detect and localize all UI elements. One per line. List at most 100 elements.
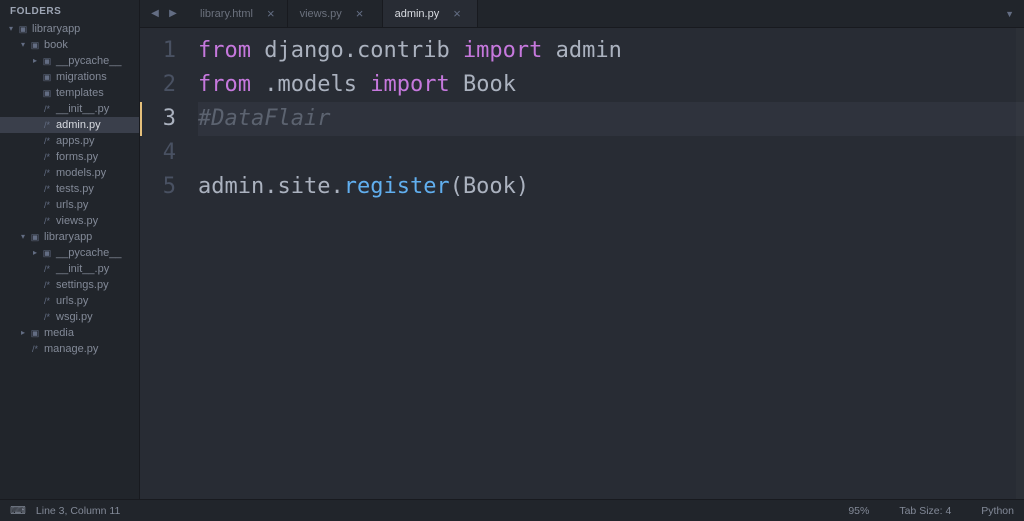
nav-forward-icon[interactable]: ▶ <box>166 7 180 21</box>
code-line[interactable]: #DataFlair <box>198 102 1024 136</box>
folder-icon: ▣ <box>28 326 42 340</box>
minimap[interactable] <box>1016 28 1024 499</box>
line-number: 4 <box>140 136 176 170</box>
file-icon: /* <box>40 262 54 276</box>
tab[interactable]: admin.py × <box>383 0 478 27</box>
tree-file[interactable]: /*__init__.py <box>0 101 139 117</box>
status-tabsize[interactable]: Tab Size: 4 <box>899 505 951 517</box>
line-number: 1 <box>140 34 176 68</box>
file-icon: /* <box>40 294 54 308</box>
code-editor[interactable]: 12345 from django.contrib import adminfr… <box>140 28 1024 499</box>
tree-file[interactable]: /*apps.py <box>0 133 139 149</box>
tree-file[interactable]: /*views.py <box>0 213 139 229</box>
tree-file[interactable]: /*settings.py <box>0 277 139 293</box>
tree-item-label: urls.py <box>54 198 88 212</box>
tree-item-label: __init__.py <box>54 262 109 276</box>
disclosure-arrow-icon[interactable]: ▾ <box>18 38 28 52</box>
code-line[interactable]: from .models import Book <box>198 68 1024 102</box>
file-icon: /* <box>40 310 54 324</box>
tree-folder[interactable]: ▣migrations <box>0 69 139 85</box>
tree-folder[interactable]: ▣templates <box>0 85 139 101</box>
tab-label: views.py <box>300 8 342 20</box>
tree-file[interactable]: /*forms.py <box>0 149 139 165</box>
file-icon: /* <box>40 198 54 212</box>
sidebar-header: FOLDERS <box>0 0 139 21</box>
file-icon: /* <box>40 118 54 132</box>
tree-file[interactable]: /*admin.py <box>0 117 139 133</box>
line-number: 3 <box>140 102 176 136</box>
status-zoom[interactable]: 95% <box>848 505 869 517</box>
tree-folder[interactable]: ▸▣__pycache__ <box>0 53 139 69</box>
tree-item-label: templates <box>54 86 104 100</box>
tab-close-icon[interactable]: × <box>356 7 364 20</box>
file-icon: /* <box>40 134 54 148</box>
tree-folder[interactable]: ▾▣libraryapp <box>0 21 139 37</box>
tree-item-label: wsgi.py <box>54 310 93 324</box>
disclosure-arrow-icon[interactable]: ▾ <box>6 22 16 36</box>
file-icon: /* <box>40 166 54 180</box>
file-icon: /* <box>40 214 54 228</box>
tree-file[interactable]: /*models.py <box>0 165 139 181</box>
file-icon: /* <box>28 342 42 356</box>
tree-folder[interactable]: ▾▣book <box>0 37 139 53</box>
tab-nav: ◀ ▶ <box>140 0 188 27</box>
tree-item-label: __init__.py <box>54 102 109 116</box>
tree-item-label: libraryapp <box>30 22 80 36</box>
file-icon: /* <box>40 150 54 164</box>
tab-overflow-icon[interactable]: ▼ <box>995 0 1024 27</box>
file-icon: /* <box>40 102 54 116</box>
tree-item-label: models.py <box>54 166 106 180</box>
tree-item-label: __pycache__ <box>54 54 121 68</box>
tree-item-label: urls.py <box>54 294 88 308</box>
line-number: 5 <box>140 170 176 204</box>
disclosure-arrow-icon[interactable]: ▾ <box>18 230 28 244</box>
status-bar: ⌨ Line 3, Column 11 95% Tab Size: 4 Pyth… <box>0 499 1024 521</box>
tab[interactable]: library.html × <box>188 0 288 27</box>
gutter: 12345 <box>140 28 192 499</box>
tree-file[interactable]: /*__init__.py <box>0 261 139 277</box>
tree-item-label: media <box>42 326 74 340</box>
tree-item-label: manage.py <box>42 342 98 356</box>
nav-back-icon[interactable]: ◀ <box>148 7 162 21</box>
disclosure-arrow-icon[interactable]: ▸ <box>30 246 40 260</box>
tree-item-label: libraryapp <box>42 230 92 244</box>
active-line-marker <box>140 102 142 136</box>
code-body[interactable]: from django.contrib import adminfrom .mo… <box>192 28 1024 499</box>
code-line[interactable]: from django.contrib import admin <box>198 34 1024 68</box>
disclosure-arrow-icon[interactable]: ▸ <box>18 326 28 340</box>
tree-item-label: views.py <box>54 214 98 228</box>
tree-file[interactable]: /*urls.py <box>0 197 139 213</box>
tree-item-label: tests.py <box>54 182 94 196</box>
tree-item-label: admin.py <box>54 118 101 132</box>
tab[interactable]: views.py × <box>288 0 383 27</box>
tree-file[interactable]: /*tests.py <box>0 181 139 197</box>
tree-file[interactable]: /*manage.py <box>0 341 139 357</box>
tree-folder[interactable]: ▸▣media <box>0 325 139 341</box>
disclosure-arrow-icon[interactable]: ▸ <box>30 54 40 68</box>
tree-file[interactable]: /*urls.py <box>0 293 139 309</box>
folder-icon: ▣ <box>40 246 54 260</box>
code-line[interactable]: admin.site.register(Book) <box>198 170 1024 204</box>
tree-item-label: migrations <box>54 70 107 84</box>
tabs: library.html × views.py × admin.py × <box>188 0 478 27</box>
tab-close-icon[interactable]: × <box>267 7 275 20</box>
tree-item-label: __pycache__ <box>54 246 121 260</box>
tab-label: library.html <box>200 8 253 20</box>
tab-label: admin.py <box>395 8 440 20</box>
folder-icon: ▣ <box>28 230 42 244</box>
tree-file[interactable]: /*wsgi.py <box>0 309 139 325</box>
tree-folder[interactable]: ▾▣libraryapp <box>0 229 139 245</box>
tab-close-icon[interactable]: × <box>453 7 461 20</box>
status-position: Line 3, Column 11 <box>36 505 120 517</box>
folder-icon: ▣ <box>16 22 30 36</box>
code-line[interactable] <box>198 136 1024 170</box>
tree-item-label: forms.py <box>54 150 98 164</box>
line-number: 2 <box>140 68 176 102</box>
tree-folder[interactable]: ▸▣__pycache__ <box>0 245 139 261</box>
tree-item-label: settings.py <box>54 278 109 292</box>
file-tree[interactable]: ▾▣libraryapp▾▣book▸▣__pycache__▣migratio… <box>0 21 139 499</box>
editor-area: ◀ ▶ library.html × views.py × admin.py × ▼ 12… <box>140 0 1024 499</box>
console-icon[interactable]: ⌨ <box>10 504 26 517</box>
status-language[interactable]: Python <box>981 505 1014 517</box>
tree-item-label: book <box>42 38 68 52</box>
